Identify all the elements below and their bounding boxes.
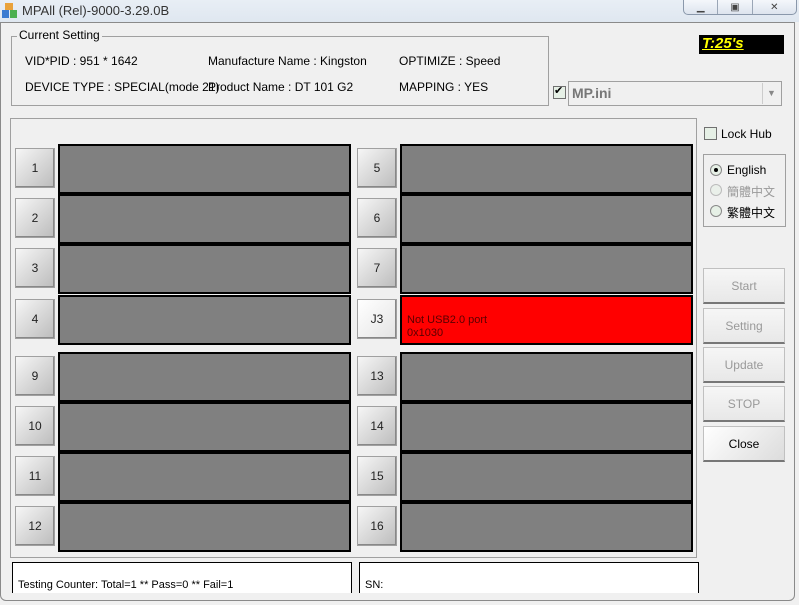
vid-pid-label: VID*PID : 951 * 1642	[25, 54, 138, 68]
update-button[interactable]: Update	[703, 347, 785, 383]
testing-counter-text: Testing Counter: Total=1 ** Pass=0 ** Fa…	[18, 579, 234, 591]
lock-hub-checkbox[interactable]	[704, 127, 717, 140]
window-controls: ▁ ▣ ✕	[683, 0, 797, 15]
port-button-12[interactable]: 12	[15, 506, 55, 546]
timer-display: T:25's	[699, 35, 784, 54]
port-button-7[interactable]: 7	[357, 248, 397, 288]
port-button-16[interactable]: 16	[357, 506, 397, 546]
device-type-label: DEVICE TYPE : SPECIAL(mode 21)	[25, 80, 220, 94]
manufacture-label: Manufacture Name : Kingston	[208, 54, 367, 68]
language-traditional-chinese-label: 繁體中文	[727, 206, 776, 220]
port-button-13[interactable]: 13	[357, 356, 397, 396]
radio-english[interactable]	[710, 164, 722, 176]
setting-button[interactable]: Setting	[703, 308, 785, 344]
chevron-down-icon[interactable]: ▼	[762, 83, 780, 104]
sn-box: SN:	[359, 562, 699, 593]
port-status-15	[400, 452, 693, 502]
port-status-12	[58, 502, 351, 552]
port-status-3	[58, 244, 351, 294]
radio-traditional-chinese[interactable]	[710, 205, 722, 217]
close-window-button[interactable]: ✕	[753, 0, 796, 14]
start-button[interactable]: Start	[703, 268, 785, 304]
language-simplified-chinese-label: 簡體中文	[727, 185, 776, 199]
port-status-j3: Not USB2.0 port 0x1030	[400, 295, 693, 345]
port-button-j3[interactable]: J3	[357, 299, 397, 339]
port-button-15[interactable]: 15	[357, 456, 397, 496]
port-status-5	[400, 144, 693, 194]
minimize-icon: ▁	[696, 1, 705, 13]
port-status-1	[58, 144, 351, 194]
port-button-4[interactable]: 4	[15, 299, 55, 339]
port-button-2[interactable]: 2	[15, 198, 55, 238]
language-english-label: English	[727, 163, 767, 177]
maximize-button[interactable]: ▣	[718, 0, 753, 14]
ini-select[interactable]: MP.ini ▼	[568, 81, 782, 106]
mapping-label: MAPPING : YES	[399, 80, 489, 94]
optimize-label: OPTIMIZE : Speed	[399, 54, 501, 68]
window-title: MPAll (Rel)-9000-3.29.0B	[22, 3, 170, 18]
timer-text: T:25's	[702, 35, 744, 52]
stop-button[interactable]: STOP	[703, 386, 785, 422]
current-setting-legend: Current Setting	[17, 28, 102, 42]
port-status-4	[58, 295, 351, 345]
port-button-9[interactable]: 9	[15, 356, 55, 396]
product-label: Product Name : DT 101 G2	[208, 80, 354, 94]
port-button-5[interactable]: 5	[357, 148, 397, 188]
close-icon: ✕	[770, 1, 779, 13]
port-status-message: Not USB2.0 port 0x1030	[407, 314, 488, 339]
port-button-6[interactable]: 6	[357, 198, 397, 238]
lock-hub-label: Lock Hub	[721, 127, 772, 141]
port-status-2	[58, 194, 351, 244]
port-button-11[interactable]: 11	[15, 456, 55, 496]
port-button-3[interactable]: 3	[15, 248, 55, 288]
radio-simplified-chinese[interactable]	[710, 184, 722, 196]
port-status-10	[58, 402, 351, 452]
close-button[interactable]: Close	[703, 426, 785, 462]
port-status-6	[400, 194, 693, 244]
ini-select-value: MP.ini	[572, 85, 612, 101]
port-status-11	[58, 452, 351, 502]
title-bar: MPAll (Rel)-9000-3.29.0B ▁ ▣ ✕	[0, 0, 799, 22]
port-button-14[interactable]: 14	[357, 406, 397, 446]
current-setting-group	[11, 36, 549, 106]
port-status-9	[58, 352, 351, 402]
port-button-1[interactable]: 1	[15, 148, 55, 188]
sn-text: SN:	[365, 579, 384, 591]
testing-counter-box: Testing Counter: Total=1 ** Pass=0 ** Fa…	[12, 562, 352, 593]
port-status-16	[400, 502, 693, 552]
port-status-14	[400, 402, 693, 452]
port-status-7	[400, 244, 693, 294]
port-status-13	[400, 352, 693, 402]
port-button-10[interactable]: 10	[15, 406, 55, 446]
app-icon	[2, 3, 17, 18]
ini-checkbox[interactable]	[553, 84, 566, 99]
maximize-icon: ▣	[730, 1, 740, 13]
minimize-button[interactable]: ▁	[684, 0, 719, 14]
